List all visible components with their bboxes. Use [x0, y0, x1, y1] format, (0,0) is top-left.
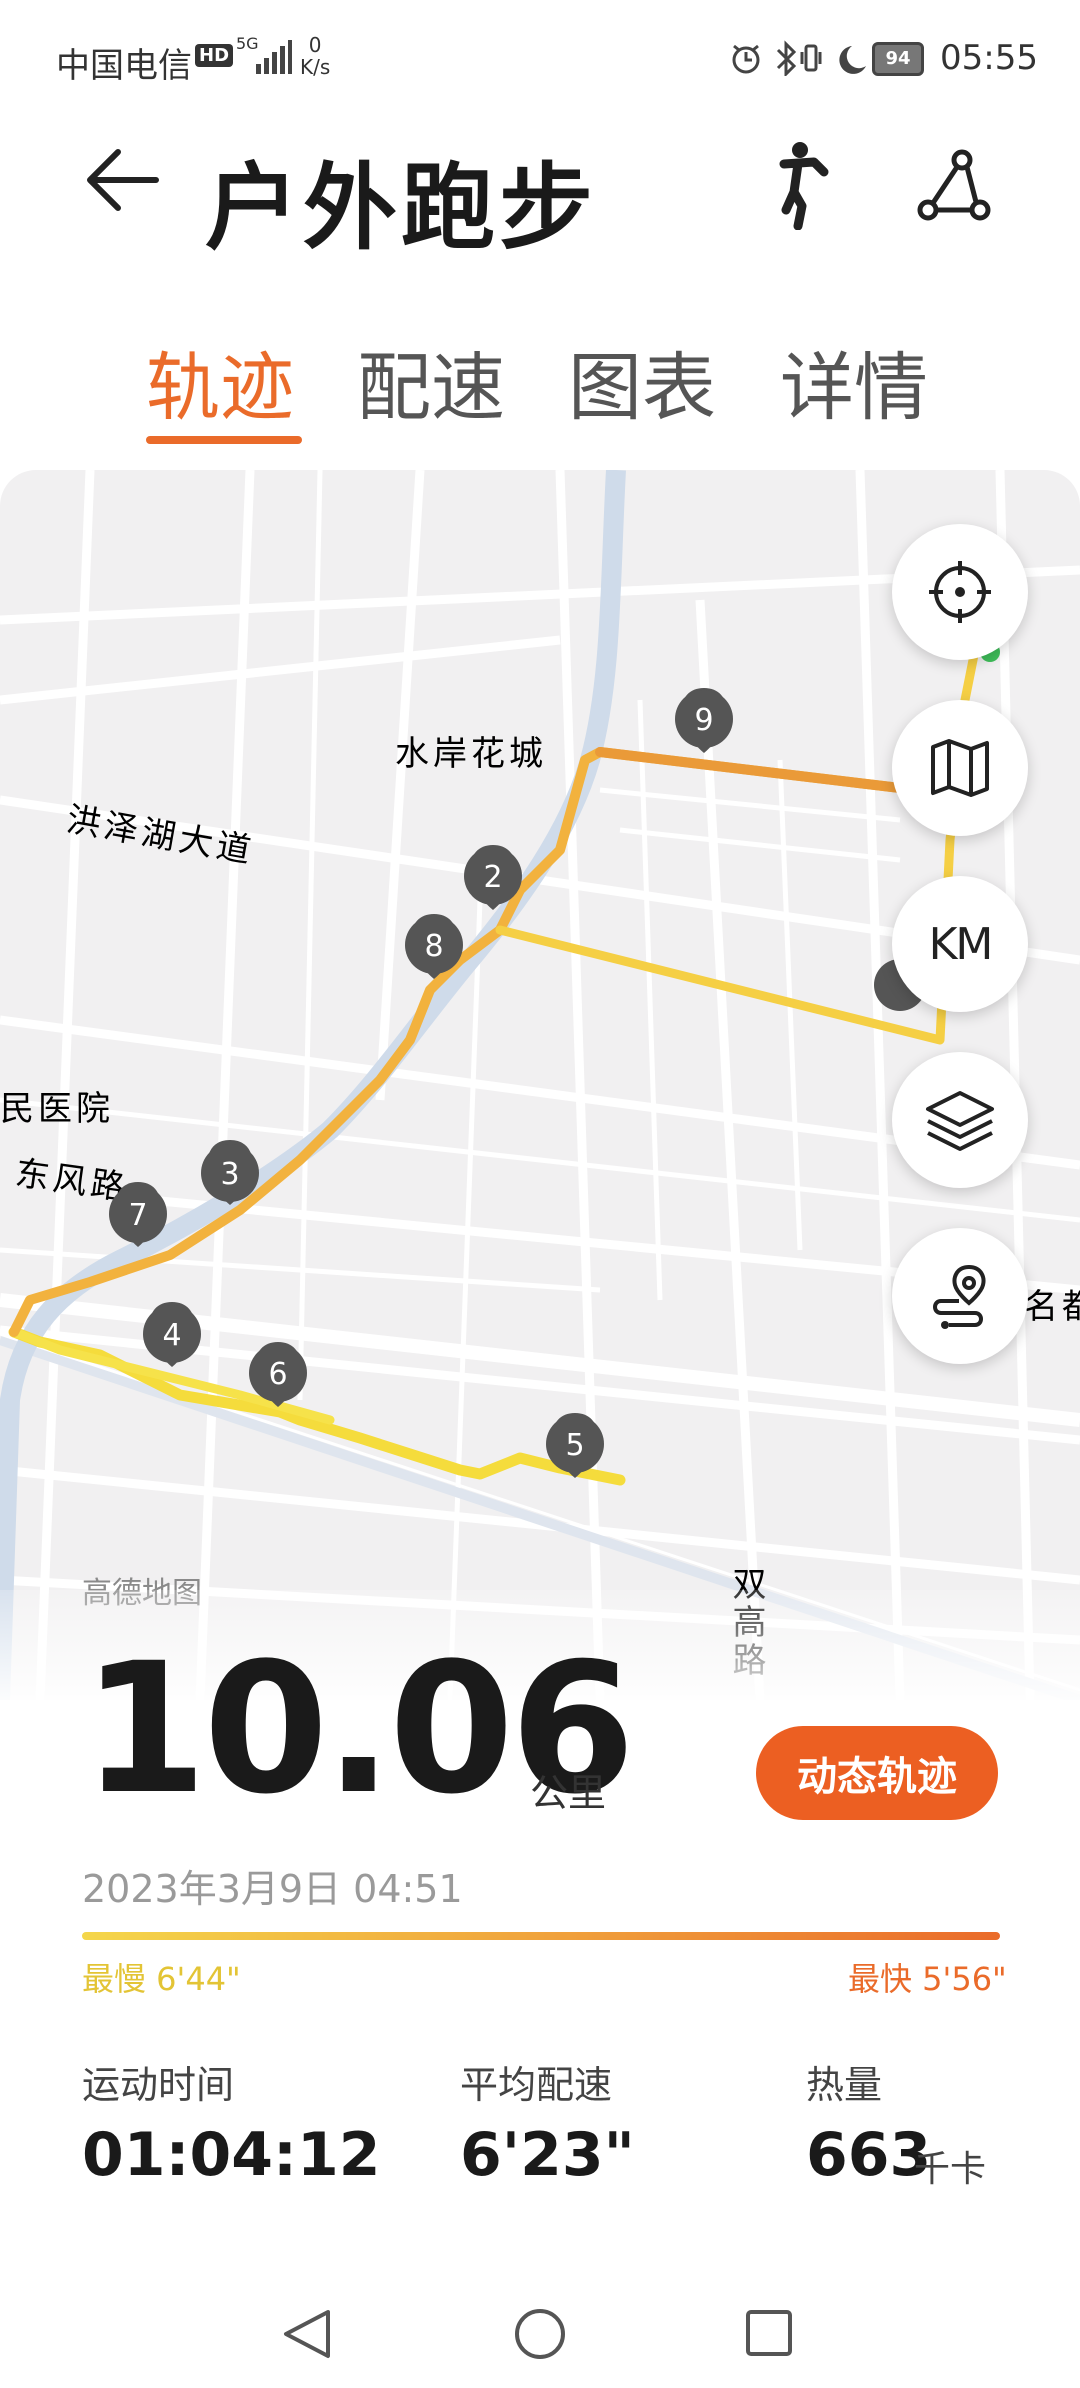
duration-label: 运动时间 [82, 2063, 235, 2107]
status-bar: 中国电信 HD 5G 0 K/s 94 05:55 [0, 0, 1080, 120]
bluetooth-icon [776, 40, 797, 76]
battery-indicator: 94 [872, 42, 924, 76]
layers-icon [926, 1091, 994, 1151]
nav-back-icon [284, 2310, 330, 2358]
system-nav-bar [284, 2309, 792, 2359]
runner-icon[interactable] [758, 140, 838, 230]
km-marker-9: 9 [675, 688, 733, 753]
signal-icon [256, 40, 292, 74]
slowest-pace: 最慢 6'44" [82, 1960, 241, 1998]
svg-text:2: 2 [483, 860, 502, 895]
map-label-hongze: 洪泽湖大道 [63, 799, 257, 871]
route-pin-button[interactable] [892, 1228, 1028, 1364]
map-icon [931, 739, 989, 797]
tab-pace[interactable]: 配速 [357, 328, 505, 435]
tab-details[interactable]: 详情 [780, 328, 928, 435]
dynamic-track-button[interactable]: 动态轨迹 [756, 1726, 998, 1820]
map-label-shuian: 水岸花城 [395, 734, 547, 774]
nav-home-icon [515, 2309, 565, 2359]
calories-label: 热量 [806, 2063, 883, 2107]
svg-text:5: 5 [565, 1428, 584, 1463]
svg-text:6: 6 [268, 1357, 287, 1392]
locate-icon [929, 561, 991, 623]
duration-value: 01:04:12 [82, 2120, 381, 2190]
page-title: 户外跑步 [205, 154, 598, 263]
km-markers: 2 3 4 5 6 7 8 9 [109, 688, 733, 1478]
svg-text:9: 9 [694, 703, 713, 738]
vibrate-icon [800, 44, 822, 72]
svg-text:4: 4 [162, 1318, 181, 1353]
status-time: 05:55 [940, 38, 1038, 78]
pace-gradient-bar [82, 1932, 1000, 1940]
distance-unit: 公里 [530, 1771, 607, 1815]
km-toggle-label: KM [928, 918, 994, 970]
net-speed: 0 K/s [300, 34, 330, 78]
nav-recents-icon [746, 2310, 792, 2356]
hd-badge: HD [195, 44, 234, 67]
calories-unit: 千卡 [914, 2149, 987, 2190]
tab-track[interactable]: 轨迹 [146, 328, 294, 435]
carrier-name: 中国电信 [56, 46, 192, 86]
avg-pace-value: 6'23" [460, 2120, 635, 2190]
back-arrow-icon[interactable] [84, 140, 164, 220]
moon-icon [839, 46, 866, 74]
map-type-button[interactable] [892, 700, 1028, 836]
alarm-icon [732, 44, 760, 74]
locate-button[interactable] [892, 524, 1028, 660]
map-label-mingdu: 名都 [1024, 1287, 1080, 1327]
tab-chart[interactable]: 图表 [568, 328, 716, 435]
route-pin-icon [933, 1264, 986, 1329]
net-speed-value: 0 [308, 33, 322, 57]
active-tab-indicator [146, 436, 302, 444]
fastest-pace: 最快 5'56" [848, 1960, 1007, 1998]
svg-text:8: 8 [424, 929, 443, 964]
svg-text:7: 7 [128, 1198, 147, 1233]
status-icons [732, 40, 866, 76]
share-icon[interactable] [914, 146, 994, 226]
map-label-hospital: 民医院 [0, 1089, 114, 1129]
net-speed-unit: K/s [300, 55, 331, 79]
svg-text:3: 3 [220, 1157, 239, 1192]
km-toggle-button[interactable]: KM [892, 876, 1028, 1012]
avg-pace-label: 平均配速 [460, 2063, 613, 2107]
calories-value: 663 [806, 2120, 932, 2190]
layers-button[interactable] [892, 1052, 1028, 1188]
activity-datetime: 2023年3月9日 04:51 [82, 1867, 463, 1911]
